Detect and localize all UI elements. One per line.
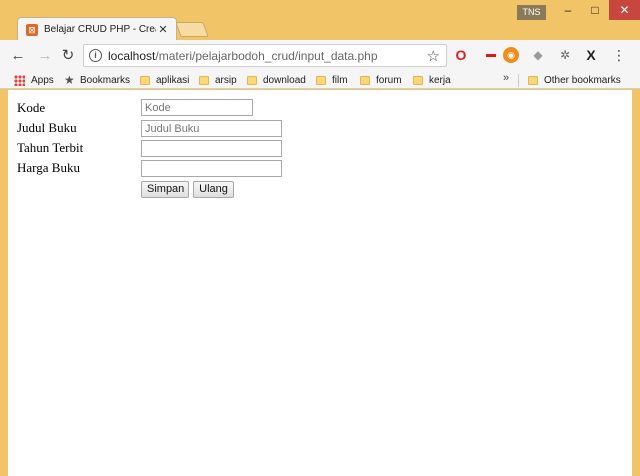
- url-host: localhost: [108, 49, 156, 63]
- bookmarks-overflow-button[interactable]: »: [503, 72, 509, 84]
- address-bar[interactable]: i localhost/materi/pelajarbodoh_crud/inp…: [83, 44, 447, 67]
- bookmark-label: Other bookmarks: [544, 74, 621, 86]
- forward-icon[interactable]: →: [36, 47, 54, 65]
- folder-icon: [316, 75, 326, 85]
- bookmark-folder-film[interactable]: film: [316, 72, 348, 88]
- menu-icon[interactable]: ⋮: [612, 47, 626, 63]
- browser-tab[interactable]: ⊠ Belajar CRUD PHP - Crea ✕: [17, 17, 177, 41]
- bookmark-folder-forum[interactable]: forum: [360, 72, 402, 88]
- tahun-terbit-input[interactable]: [141, 140, 282, 157]
- profile-badge[interactable]: TNS: [517, 5, 546, 20]
- kode-input[interactable]: [141, 99, 253, 116]
- red-extension-icon[interactable]: ▬: [483, 47, 499, 63]
- bookmark-label: kerja: [429, 74, 451, 86]
- bookmark-label: Apps: [31, 74, 54, 86]
- bookmarks-bar: Apps ★ Bookmarks aplikasi arsip download…: [0, 71, 640, 89]
- reload-icon[interactable]: ↻: [59, 47, 77, 65]
- kode-label: Kode: [17, 100, 46, 115]
- bookmark-other[interactable]: Other bookmarks: [528, 72, 621, 88]
- bookmark-label: arsip: [215, 74, 237, 86]
- bookmark-folder-download[interactable]: download: [247, 72, 306, 88]
- bookmark-label: forum: [376, 74, 402, 86]
- folder-icon: [360, 75, 370, 85]
- ulang-button[interactable]: Ulang: [193, 181, 234, 198]
- folder-icon: [247, 75, 257, 85]
- title-bar: TNS – □ ✕ ⊠ Belajar CRUD PHP - Crea ✕: [0, 0, 640, 41]
- folder-icon: [413, 75, 423, 85]
- tab-title: Belajar CRUD PHP - Crea: [44, 24, 156, 35]
- bookmark-folder-aplikasi[interactable]: aplikasi: [140, 72, 189, 88]
- puzzle-extension-icon[interactable]: ✲: [557, 47, 573, 63]
- close-window-button[interactable]: ✕: [609, 0, 640, 20]
- opera-icon[interactable]: O: [453, 47, 469, 63]
- harga-buku-input[interactable]: [141, 160, 282, 177]
- orange-extension-icon[interactable]: ◉: [503, 47, 519, 63]
- back-icon[interactable]: ←: [9, 47, 27, 65]
- url-text[interactable]: localhost/materi/pelajarbodoh_crud/input…: [108, 49, 378, 63]
- page-content: Kode Judul Buku Tahun Terbit Harga Buku …: [8, 90, 632, 476]
- bookmark-star-icon[interactable]: ☆: [427, 47, 440, 65]
- bookmark-label: aplikasi: [156, 74, 190, 86]
- tab-close-icon[interactable]: ✕: [156, 23, 170, 36]
- judul-buku-input[interactable]: [141, 120, 282, 137]
- apps-icon: [14, 74, 25, 86]
- harga-buku-label: Harga Buku: [17, 160, 80, 175]
- bookmark-apps[interactable]: Apps: [14, 72, 54, 88]
- folder-icon: [140, 75, 150, 85]
- minimize-button[interactable]: –: [555, 0, 581, 20]
- bookmark-folder-arsip[interactable]: arsip: [199, 72, 237, 88]
- bookmark-bookmarks[interactable]: ★ Bookmarks: [64, 72, 130, 88]
- bookmark-label: Bookmarks: [80, 74, 131, 86]
- browser-window: TNS – □ ✕ ⊠ Belajar CRUD PHP - Crea ✕ ← …: [0, 0, 640, 476]
- simpan-button[interactable]: Simpan: [141, 181, 189, 198]
- x-extension-icon[interactable]: X: [583, 47, 599, 63]
- folder-icon: [528, 75, 538, 85]
- bookmark-label: download: [263, 74, 306, 86]
- bookmark-label: film: [332, 74, 348, 86]
- new-tab-button[interactable]: [175, 22, 209, 37]
- maximize-button[interactable]: □: [582, 0, 608, 20]
- star-icon: ★: [64, 73, 75, 87]
- folder-icon: [199, 75, 209, 85]
- info-icon[interactable]: i: [89, 49, 102, 62]
- url-path: /materi/pelajarbodoh_crud/input_data.php: [155, 49, 378, 63]
- tahun-terbit-label: Tahun Terbit: [17, 140, 84, 155]
- bookmark-folder-kerja[interactable]: kerja: [413, 72, 451, 88]
- browser-toolbar: ← → ↻ i localhost/materi/pelajarbodoh_cr…: [0, 40, 640, 71]
- judul-buku-label: Judul Buku: [17, 120, 77, 135]
- xampp-icon: ⊠: [26, 23, 38, 36]
- bookmarks-divider: [518, 74, 519, 87]
- gray-extension-icon[interactable]: ◆: [530, 47, 546, 63]
